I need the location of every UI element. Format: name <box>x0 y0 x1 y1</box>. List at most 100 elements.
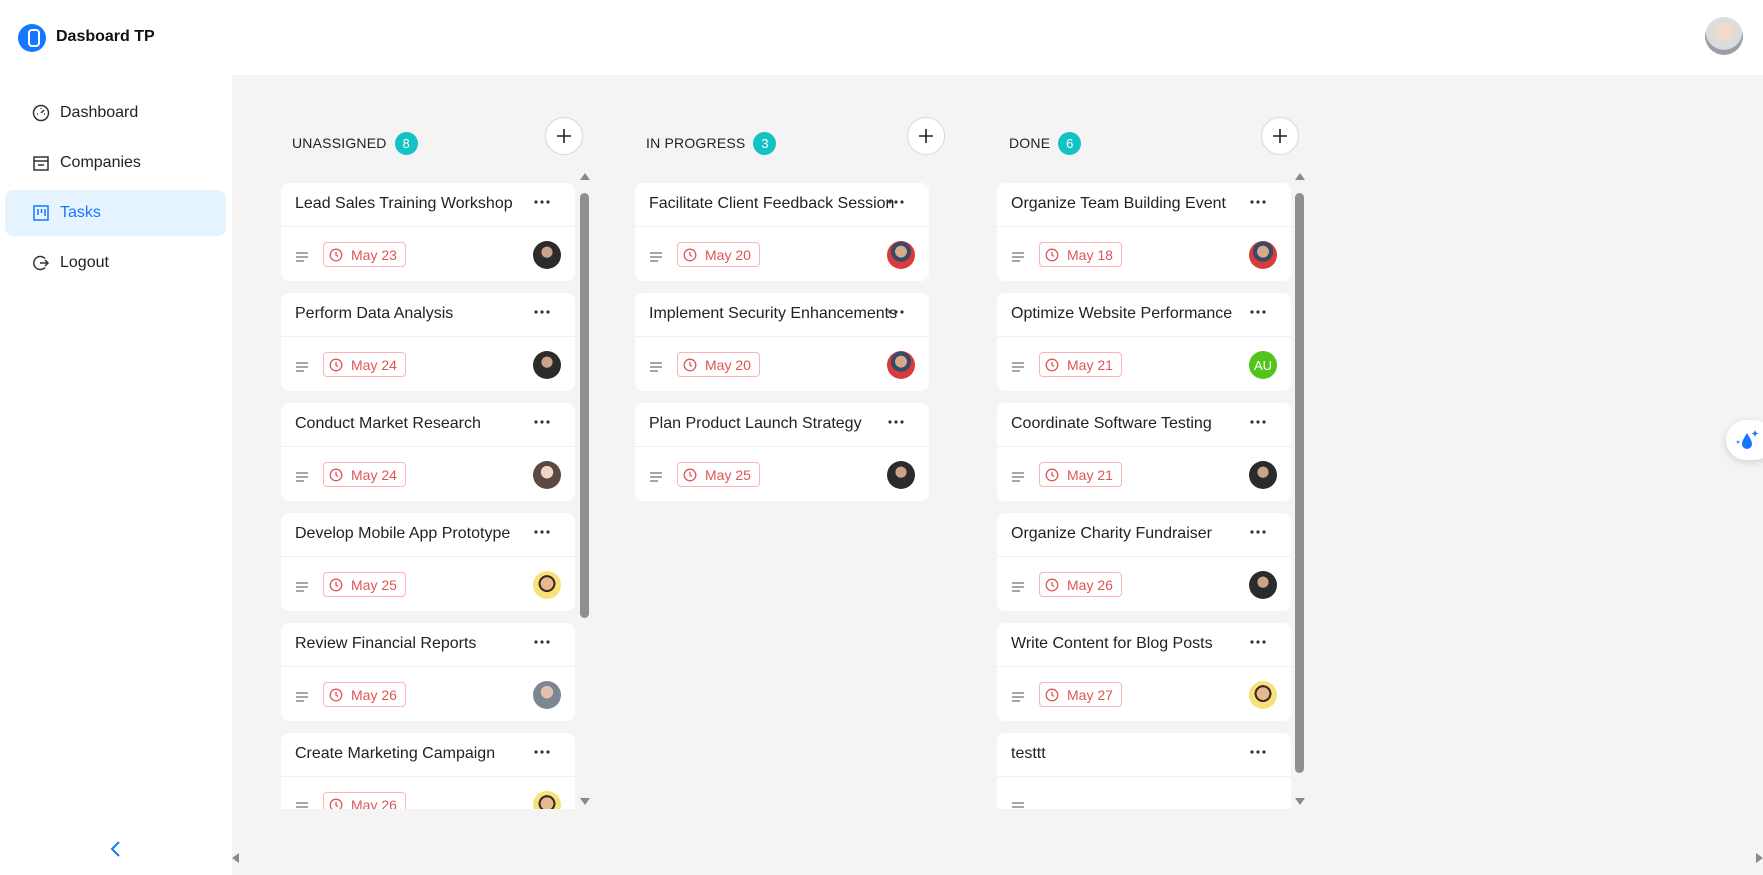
scroll-left-arrow-icon[interactable] <box>232 853 239 863</box>
add-card-button-done[interactable] <box>1261 117 1299 155</box>
shop-icon <box>31 153 51 173</box>
more-options-icon[interactable] <box>1247 632 1269 652</box>
task-title: Plan Product Launch Strategy <box>649 415 862 432</box>
clock-icon <box>329 688 343 701</box>
more-options-icon[interactable] <box>1247 522 1269 542</box>
column-header-unassigned: UNASSIGNED 8 <box>292 123 418 163</box>
clock-icon <box>1045 248 1059 261</box>
description-icon <box>1011 690 1025 702</box>
task-card[interactable]: Create Marketing Campaign May 26 <box>281 733 575 809</box>
plus-icon <box>919 129 933 143</box>
task-card[interactable]: Conduct Market Research May 24 <box>281 403 575 501</box>
more-options-icon[interactable] <box>885 412 907 432</box>
scroll-up-arrow-icon[interactable] <box>1295 173 1305 180</box>
board-horizontal-scrollbar[interactable] <box>232 850 1763 866</box>
description-icon <box>1011 360 1025 372</box>
column-count-badge: 8 <box>394 131 418 155</box>
sidebar-item-tasks[interactable]: Tasks <box>5 190 226 236</box>
assignee-avatar[interactable] <box>887 461 915 489</box>
column-title: UNASSIGNED <box>292 135 387 151</box>
assignee-avatar[interactable] <box>533 351 561 379</box>
due-date-badge: May 20 <box>677 242 760 267</box>
scroll-up-arrow-icon[interactable] <box>580 173 590 180</box>
task-card[interactable]: Write Content for Blog Posts May 27 <box>997 623 1291 721</box>
due-date-badge: May 23 <box>323 242 406 267</box>
sidebar-item-label: Tasks <box>60 204 101 221</box>
task-title: Optimize Website Performance <box>1011 305 1233 322</box>
more-options-icon[interactable] <box>1247 742 1269 762</box>
assignee-avatar[interactable] <box>887 351 915 379</box>
task-card[interactable]: Organize Team Building Event May 18 <box>997 183 1291 281</box>
more-options-icon[interactable] <box>1247 412 1269 432</box>
clock-icon <box>1045 688 1059 701</box>
scroll-down-arrow-icon[interactable] <box>1295 798 1305 805</box>
more-options-icon[interactable] <box>1247 192 1269 212</box>
chevron-left-icon <box>110 841 120 857</box>
task-card[interactable]: Develop Mobile App Prototype May 25 <box>281 513 575 611</box>
assignee-avatar[interactable]: AU <box>1249 351 1277 379</box>
column-header-in-progress: IN PROGRESS 3 <box>646 123 777 163</box>
add-card-button-unassigned[interactable] <box>545 117 583 155</box>
task-title: Develop Mobile App Prototype <box>295 525 511 542</box>
task-card[interactable]: Facilitate Client Feedback Session May 20 <box>635 183 929 281</box>
task-card[interactable]: Perform Data Analysis May 24 <box>281 293 575 391</box>
card-divider <box>997 226 1291 227</box>
description-icon <box>1011 800 1025 809</box>
column-scrollbar-done[interactable] <box>1293 173 1307 807</box>
assignee-avatar[interactable] <box>533 571 561 599</box>
task-card[interactable]: Lead Sales Training Workshop May 23 <box>281 183 575 281</box>
more-options-icon[interactable] <box>531 302 553 322</box>
more-options-icon[interactable] <box>531 522 553 542</box>
task-card[interactable]: Optimize Website Performance May 21 AU <box>997 293 1291 391</box>
clock-icon <box>1045 578 1059 591</box>
description-icon <box>295 250 309 262</box>
due-date-text: May 20 <box>705 246 751 263</box>
more-options-icon[interactable] <box>531 412 553 432</box>
column-count-badge: 3 <box>753 131 777 155</box>
clock-icon <box>329 798 343 809</box>
more-options-icon[interactable] <box>531 192 553 212</box>
scrollbar-thumb[interactable] <box>580 193 589 618</box>
sidebar-item-companies[interactable]: Companies <box>5 140 226 186</box>
more-options-icon[interactable] <box>531 742 553 762</box>
scrollbar-thumb[interactable] <box>1295 193 1304 773</box>
assignee-avatar[interactable] <box>1249 461 1277 489</box>
more-options-icon[interactable] <box>885 302 907 322</box>
task-title: Write Content for Blog Posts <box>1011 635 1213 652</box>
due-date-badge: May 18 <box>1039 242 1122 267</box>
user-avatar[interactable] <box>1705 17 1743 55</box>
scroll-down-arrow-icon[interactable] <box>580 798 590 805</box>
more-options-icon[interactable] <box>1247 302 1269 322</box>
card-divider <box>997 666 1291 667</box>
sidebar-item-logout[interactable]: Logout <box>5 240 226 286</box>
column-scrollbar-unassigned[interactable] <box>578 173 592 807</box>
clock-icon <box>329 358 343 371</box>
assignee-avatar[interactable] <box>1249 241 1277 269</box>
assignee-avatar[interactable] <box>533 241 561 269</box>
task-card[interactable]: testtt <box>997 733 1291 809</box>
assignee-avatar[interactable] <box>1249 571 1277 599</box>
more-options-icon[interactable] <box>885 192 907 212</box>
assignee-avatar[interactable] <box>1249 681 1277 709</box>
app-logo-icon[interactable] <box>18 24 46 52</box>
due-date-text: May 21 <box>1067 466 1113 483</box>
add-card-button-in-progress[interactable] <box>907 117 945 155</box>
task-card[interactable]: Plan Product Launch Strategy May 25 <box>635 403 929 501</box>
task-card[interactable]: Implement Security Enhancements May 20 <box>635 293 929 391</box>
task-card[interactable]: Organize Charity Fundraiser May 26 <box>997 513 1291 611</box>
assignee-avatar[interactable] <box>533 791 561 809</box>
task-title: Create Marketing Campaign <box>295 745 496 762</box>
sidebar-item-dashboard[interactable]: Dashboard <box>5 90 226 136</box>
floating-assistant-button[interactable] <box>1726 420 1763 460</box>
assignee-avatar[interactable] <box>533 681 561 709</box>
card-divider <box>635 336 929 337</box>
assignee-avatar[interactable] <box>887 241 915 269</box>
task-card[interactable]: Coordinate Software Testing May 21 <box>997 403 1291 501</box>
scroll-right-arrow-icon[interactable] <box>1756 853 1763 863</box>
more-options-icon[interactable] <box>531 632 553 652</box>
sidebar-item-label: Logout <box>60 254 109 271</box>
assignee-avatar[interactable] <box>533 461 561 489</box>
collapse-sidebar-button[interactable] <box>104 837 128 861</box>
task-card[interactable]: Review Financial Reports May 26 <box>281 623 575 721</box>
due-date-badge: May 25 <box>323 572 406 597</box>
